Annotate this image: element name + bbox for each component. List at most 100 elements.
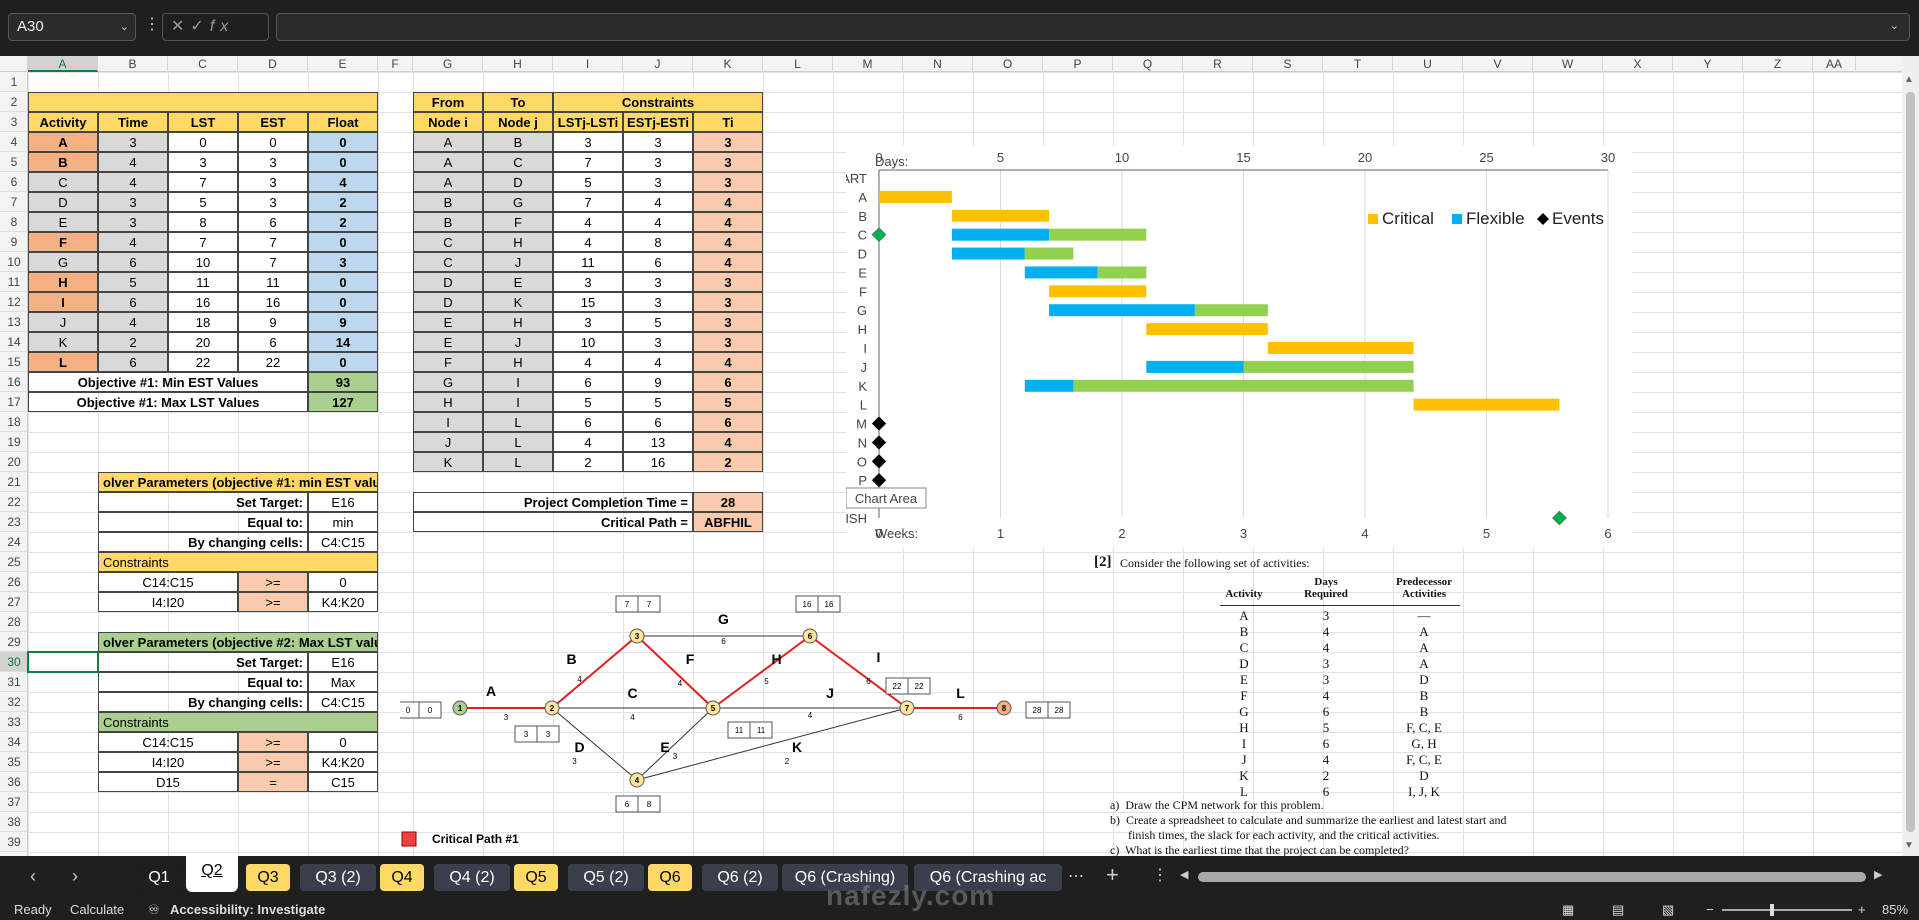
critical-path-label[interactable]: Critical Path = bbox=[413, 512, 693, 532]
solver2-constraint-lhs[interactable]: I4:I20 bbox=[98, 752, 238, 772]
lst-diff-cell[interactable]: 2 bbox=[553, 452, 623, 472]
row-header[interactable]: 4 bbox=[0, 132, 28, 152]
row-header[interactable]: 27 bbox=[0, 592, 28, 612]
time-cell[interactable]: 4 bbox=[98, 232, 168, 252]
column-header[interactable]: F bbox=[378, 56, 413, 72]
est-cell[interactable]: 11 bbox=[238, 272, 308, 292]
lst-cell[interactable]: 11 bbox=[168, 272, 238, 292]
solver2-constraint-lhs[interactable]: D15 bbox=[98, 772, 238, 792]
solver1-title[interactable]: olver Parameters (objective #1: min EST … bbox=[98, 472, 378, 492]
solver2-title[interactable]: olver Parameters (objective #2: Max LST … bbox=[98, 632, 378, 652]
solver1-param-value[interactable]: C4:C15 bbox=[308, 532, 378, 552]
solver1-param-label[interactable]: Equal to: bbox=[98, 512, 308, 532]
lst-cell[interactable]: 16 bbox=[168, 292, 238, 312]
horizontal-scroll-right-icon[interactable]: ▶ bbox=[1874, 868, 1882, 881]
lst-cell[interactable]: 7 bbox=[168, 232, 238, 252]
expand-formula-icon[interactable]: ⌄ bbox=[1890, 19, 1899, 32]
node-j-cell[interactable]: E bbox=[483, 272, 553, 292]
node-j-cell[interactable]: K bbox=[483, 292, 553, 312]
chart-area-bg[interactable] bbox=[846, 146, 1632, 548]
ti-cell[interactable]: 3 bbox=[693, 172, 763, 192]
row-header[interactable]: 16 bbox=[0, 372, 28, 392]
ti-cell[interactable]: 5 bbox=[693, 392, 763, 412]
est-cell[interactable]: 0 bbox=[238, 132, 308, 152]
more-tabs-icon[interactable]: ⋯ bbox=[1068, 866, 1084, 886]
node-j-cell[interactable]: B bbox=[483, 132, 553, 152]
solver2-param-label[interactable]: By changing cells: bbox=[98, 692, 308, 712]
worksheet-grid[interactable]: A B C D E F G H I J K L M N O P Q R S T U V W X Y Z AA 1 2 3 4 5 6 7 8 9 10… bbox=[0, 56, 1919, 872]
row-header[interactable]: 21 bbox=[0, 472, 28, 492]
lst-diff-cell[interactable]: 4 bbox=[553, 432, 623, 452]
column-header[interactable]: H bbox=[483, 56, 553, 72]
lst-diff-cell[interactable]: 7 bbox=[553, 192, 623, 212]
ti-cell[interactable]: 6 bbox=[693, 372, 763, 392]
est-cell[interactable]: 3 bbox=[238, 192, 308, 212]
lst-diff-cell[interactable]: 6 bbox=[553, 412, 623, 432]
row-header[interactable]: 17 bbox=[0, 392, 28, 412]
row-header[interactable]: 37 bbox=[0, 792, 28, 812]
table2-to-header[interactable]: To bbox=[483, 92, 553, 112]
lst-cell[interactable]: 18 bbox=[168, 312, 238, 332]
lst-diff-cell[interactable]: 7 bbox=[553, 152, 623, 172]
solver2-constraint-op[interactable]: >= bbox=[238, 752, 308, 772]
column-header[interactable]: P bbox=[1043, 56, 1113, 72]
float-cell[interactable]: 2 bbox=[308, 212, 378, 232]
gantt-bar[interactable] bbox=[1024, 379, 1074, 392]
table2-subheader[interactable]: LSTj-LSTi bbox=[553, 112, 623, 132]
est-diff-cell[interactable]: 3 bbox=[623, 172, 693, 192]
solver1-constraint-op[interactable]: >= bbox=[238, 592, 308, 612]
solver2-param-value[interactable]: C4:C15 bbox=[308, 692, 378, 712]
activity-cell[interactable]: I bbox=[28, 292, 98, 312]
float-cell[interactable]: 0 bbox=[308, 292, 378, 312]
node-i-cell[interactable]: B bbox=[413, 212, 483, 232]
lst-cell[interactable]: 3 bbox=[168, 152, 238, 172]
column-header[interactable]: L bbox=[763, 56, 833, 72]
row-header[interactable]: 35 bbox=[0, 752, 28, 772]
gantt-bar[interactable] bbox=[1413, 398, 1560, 411]
est-diff-cell[interactable]: 3 bbox=[623, 292, 693, 312]
node-j-cell[interactable]: F bbox=[483, 212, 553, 232]
scroll-thumb[interactable] bbox=[1906, 92, 1915, 832]
row-header[interactable]: 9 bbox=[0, 232, 28, 252]
status-accessibility[interactable]: Accessibility: Investigate bbox=[170, 902, 325, 917]
lst-diff-cell[interactable]: 10 bbox=[553, 332, 623, 352]
name-box[interactable]: A30 ⌄ bbox=[8, 13, 136, 41]
node-i-cell[interactable]: A bbox=[413, 132, 483, 152]
row-header[interactable]: 6 bbox=[0, 172, 28, 192]
solver2-constraint-op[interactable]: = bbox=[238, 772, 308, 792]
node-i-cell[interactable]: E bbox=[413, 312, 483, 332]
row-header[interactable]: 5 bbox=[0, 152, 28, 172]
horizontal-scroll-left-icon[interactable]: ◀ bbox=[1180, 868, 1188, 881]
column-header[interactable]: D bbox=[238, 56, 308, 72]
ti-cell[interactable]: 3 bbox=[693, 152, 763, 172]
est-diff-cell[interactable]: 16 bbox=[623, 452, 693, 472]
row-header[interactable]: 7 bbox=[0, 192, 28, 212]
float-cell[interactable]: 0 bbox=[308, 232, 378, 252]
time-cell[interactable]: 6 bbox=[98, 292, 168, 312]
node-i-cell[interactable]: K bbox=[413, 452, 483, 472]
zoom-out-icon[interactable]: − bbox=[1706, 902, 1714, 917]
scroll-up-icon[interactable]: ▲ bbox=[1904, 74, 1914, 85]
node-j-cell[interactable]: L bbox=[483, 452, 553, 472]
activity-cell[interactable]: A bbox=[28, 132, 98, 152]
node-j-cell[interactable]: L bbox=[483, 412, 553, 432]
row-header[interactable]: 25 bbox=[0, 552, 28, 572]
chevron-down-icon[interactable]: ⌄ bbox=[120, 14, 129, 40]
activity-cell[interactable]: C bbox=[28, 172, 98, 192]
lst-cell[interactable]: 8 bbox=[168, 212, 238, 232]
ti-cell[interactable]: 4 bbox=[693, 352, 763, 372]
zoom-thumb[interactable] bbox=[1770, 904, 1774, 916]
ti-cell[interactable]: 4 bbox=[693, 432, 763, 452]
float-cell[interactable]: 0 bbox=[308, 132, 378, 152]
solver1-constraint-lhs[interactable]: C14:C15 bbox=[98, 572, 238, 592]
lst-cell[interactable]: 5 bbox=[168, 192, 238, 212]
node-j-cell[interactable]: G bbox=[483, 192, 553, 212]
column-header[interactable]: M bbox=[833, 56, 903, 72]
row-header[interactable]: 14 bbox=[0, 332, 28, 352]
table2-subheader[interactable]: Node j bbox=[483, 112, 553, 132]
gantt-bar[interactable] bbox=[1097, 266, 1147, 279]
row-header[interactable]: 23 bbox=[0, 512, 28, 532]
activity-cell[interactable]: K bbox=[28, 332, 98, 352]
lst-diff-cell[interactable]: 5 bbox=[553, 392, 623, 412]
gantt-bar[interactable] bbox=[1146, 360, 1244, 373]
